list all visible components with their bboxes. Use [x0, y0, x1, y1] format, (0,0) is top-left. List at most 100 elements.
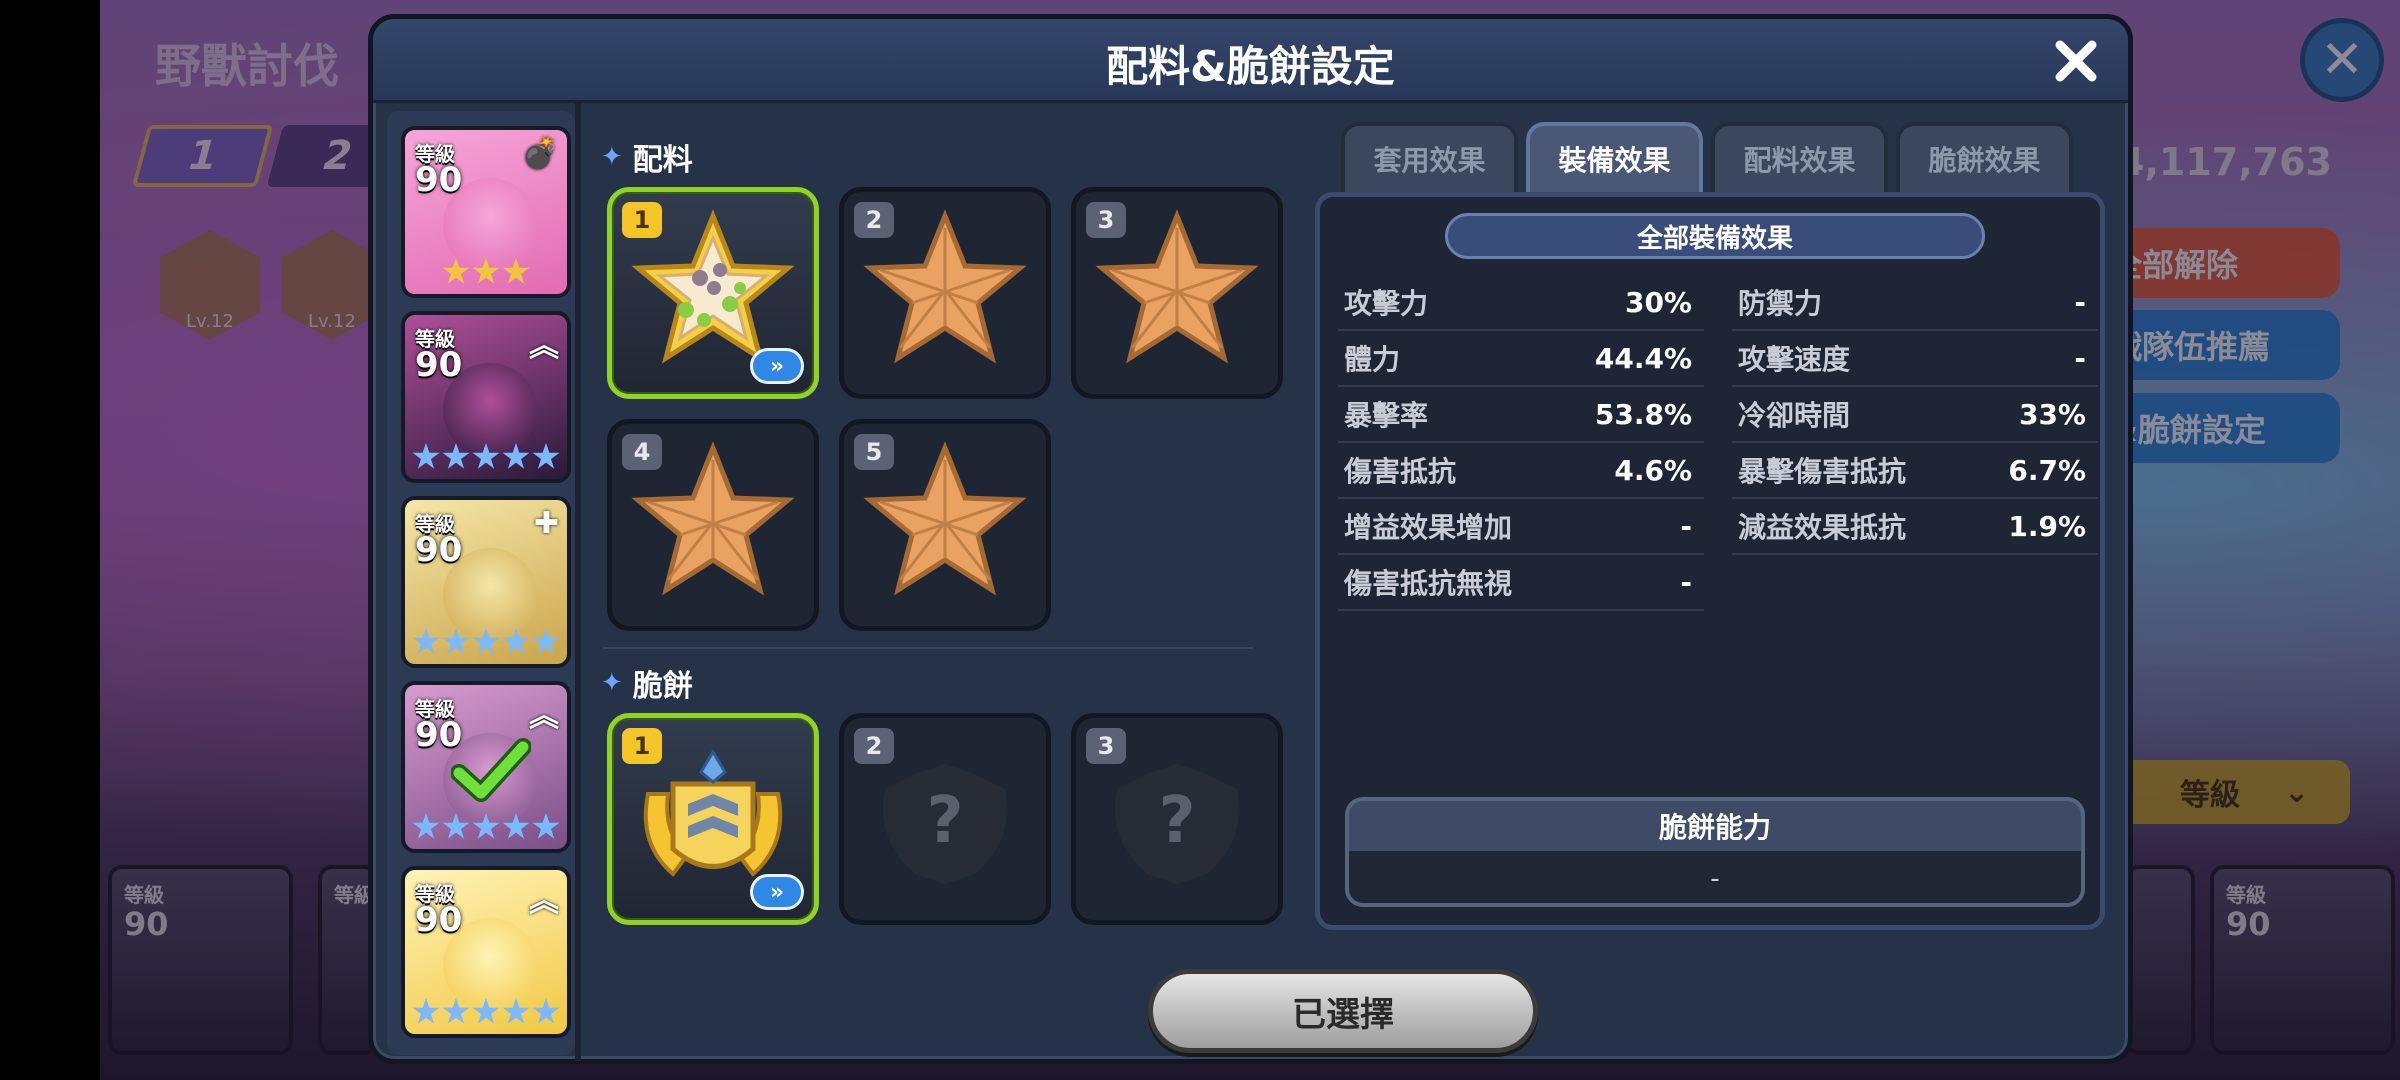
star-rating: [411, 813, 561, 843]
star-rating: [411, 443, 561, 473]
unknown-mark: ?: [1158, 784, 1195, 858]
cookie-card[interactable]: 等級 90 ✚: [401, 496, 571, 668]
slot-number: 3: [1086, 202, 1126, 238]
stat-row: 增益效果增加 - 減益效果抵抗 1.9%: [1338, 499, 2098, 555]
star-icon: [412, 443, 440, 469]
checkmark-icon: [451, 738, 531, 802]
star-icon: [472, 258, 500, 284]
star-icon: [472, 443, 500, 469]
star-icon: [502, 443, 530, 469]
topping-slot-1[interactable]: 1 »: [607, 187, 819, 399]
stat-value: -: [2074, 341, 2086, 375]
tab-applied-effects[interactable]: 套用效果: [1341, 122, 1518, 192]
star-icon: [502, 628, 530, 654]
stat-value: 30%: [1624, 285, 1692, 319]
star-icon: [502, 998, 530, 1024]
tab-equipment-effects[interactable]: 裝備效果: [1526, 122, 1703, 192]
star-icon: [532, 628, 560, 654]
toppings-label: 配料: [632, 143, 693, 178]
tarts-label: 脆餅: [632, 669, 693, 704]
effects-header: 全部裝備效果: [1445, 213, 1985, 259]
tart-ability-box: 脆餅能力 -: [1345, 797, 2085, 907]
unknown-mark: ?: [926, 784, 963, 858]
level-value: 90: [415, 530, 463, 570]
star-rating: [411, 628, 561, 658]
stat-row: 體力 44.4% 攻擊速度 -: [1338, 331, 2098, 387]
stat-item: 防禦力 -: [1732, 275, 2098, 331]
stat-value: -: [1680, 509, 1692, 543]
level-value: 90: [415, 345, 463, 385]
chevron-up-icon: ︽: [529, 699, 559, 734]
stat-name: 增益效果增加: [1344, 511, 1513, 544]
stat-item: 攻擊力 30%: [1338, 275, 1704, 331]
stat-row: 傷害抵抗 4.6% 暴擊傷害抵抗 6.7%: [1338, 443, 2098, 499]
sparkle-icon: ✦: [601, 142, 623, 172]
bomb-icon: 💣: [521, 136, 559, 171]
chevron-up-icon: ︽: [529, 329, 559, 364]
tart-slot-1[interactable]: 1 »: [607, 713, 819, 925]
effects-panel: 全部裝備效果 攻擊力 30% 防禦力 - 體力 44.4% 攻擊速度 - 暴擊率 53.8…: [1315, 192, 2105, 930]
cookie-list[interactable]: 等級 90 💣 等級 90 ︽ 等級 90 ✚ 等級 90 ︽ 等級 90 ︽: [387, 111, 575, 1055]
stat-name: 傷害抵抗: [1344, 455, 1457, 488]
upgrade-arrows-icon[interactable]: »: [750, 348, 804, 384]
slot-number: 3: [1086, 728, 1126, 764]
cookie-card[interactable]: 等級 90 ︽: [401, 866, 571, 1038]
stat-value: 6.7%: [2008, 453, 2086, 487]
stat-item: 體力 44.4%: [1338, 331, 1704, 387]
stat-item: 傷害抵抗 4.6%: [1338, 443, 1704, 499]
star-icon: [532, 443, 560, 469]
stat-value: -: [1680, 565, 1692, 599]
modal-title: 配料&脆餅設定: [1106, 42, 1395, 91]
tart-slot-2[interactable]: ? 2: [839, 713, 1051, 925]
panel-divider: [575, 103, 581, 1061]
star-icon: [472, 628, 500, 654]
stat-name: 攻擊速度: [1738, 343, 1851, 376]
tart-slot-3[interactable]: ? 3: [1071, 713, 1283, 925]
cookie-card-selected[interactable]: 等級 90 ︽: [401, 681, 571, 853]
cookie-card[interactable]: 等級 90 ︽: [401, 311, 571, 483]
tart-ability-value: -: [1349, 851, 2081, 903]
slot-number: 2: [854, 202, 894, 238]
slot-number: 2: [854, 728, 894, 764]
stat-item: 減益效果抵抗 1.9%: [1732, 499, 2098, 555]
stat-name: 傷害抵抗無視: [1344, 567, 1513, 600]
topping-slot-3[interactable]: 3: [1071, 187, 1283, 399]
star-icon: [442, 813, 470, 839]
stat-name: 防禦力: [1738, 287, 1823, 320]
star-icon: [472, 998, 500, 1024]
topping-slot-4[interactable]: 4: [607, 419, 819, 631]
tarts-section-header: ✦ 脆餅: [601, 661, 693, 705]
slot-number: 1: [622, 728, 662, 764]
tab-topping-effects[interactable]: 配料效果: [1711, 122, 1888, 192]
stat-grid: 攻擊力 30% 防禦力 - 體力 44.4% 攻擊速度 - 暴擊率 53.8% 冷卻時間 3…: [1338, 275, 2098, 611]
level-value: 90: [415, 160, 463, 200]
cookie-card[interactable]: 等級 90 💣: [401, 126, 571, 298]
upgrade-arrows-icon[interactable]: »: [750, 874, 804, 910]
stat-row: 傷害抵抗無視 -: [1338, 555, 2098, 611]
star-icon: [532, 813, 560, 839]
selected-button[interactable]: 已選擇: [1148, 969, 1538, 1053]
stat-row: 攻擊力 30% 防禦力 -: [1338, 275, 2098, 331]
topping-slot-2[interactable]: 2: [839, 187, 1051, 399]
star-icon: [442, 998, 470, 1024]
sparkle-icon: ✦: [601, 668, 623, 698]
star-icon: [532, 998, 560, 1024]
star-rating: [411, 258, 561, 288]
star-icon: [442, 628, 470, 654]
stat-item: 攻擊速度 -: [1732, 331, 2098, 387]
stat-name: 暴擊傷害抵抗: [1738, 455, 1907, 488]
stat-item: 傷害抵抗無視 -: [1338, 555, 1704, 611]
stat-value: 44.4%: [1594, 341, 1692, 375]
tab-tart-effects[interactable]: 脆餅效果: [1896, 122, 2073, 192]
stat-value: 53.8%: [1594, 397, 1692, 431]
star-icon: [442, 258, 470, 284]
topping-slot-5[interactable]: 5: [839, 419, 1051, 631]
chevron-up-icon: ︽: [529, 884, 559, 919]
star-icon: [502, 258, 530, 284]
close-icon[interactable]: [2046, 31, 2106, 91]
stat-value: 4.6%: [1614, 453, 1692, 487]
stat-value: 33%: [2018, 397, 2086, 431]
tart-ability-title: 脆餅能力: [1658, 811, 1771, 844]
star-icon: [412, 998, 440, 1024]
stat-name: 減益效果抵抗: [1738, 511, 1907, 544]
